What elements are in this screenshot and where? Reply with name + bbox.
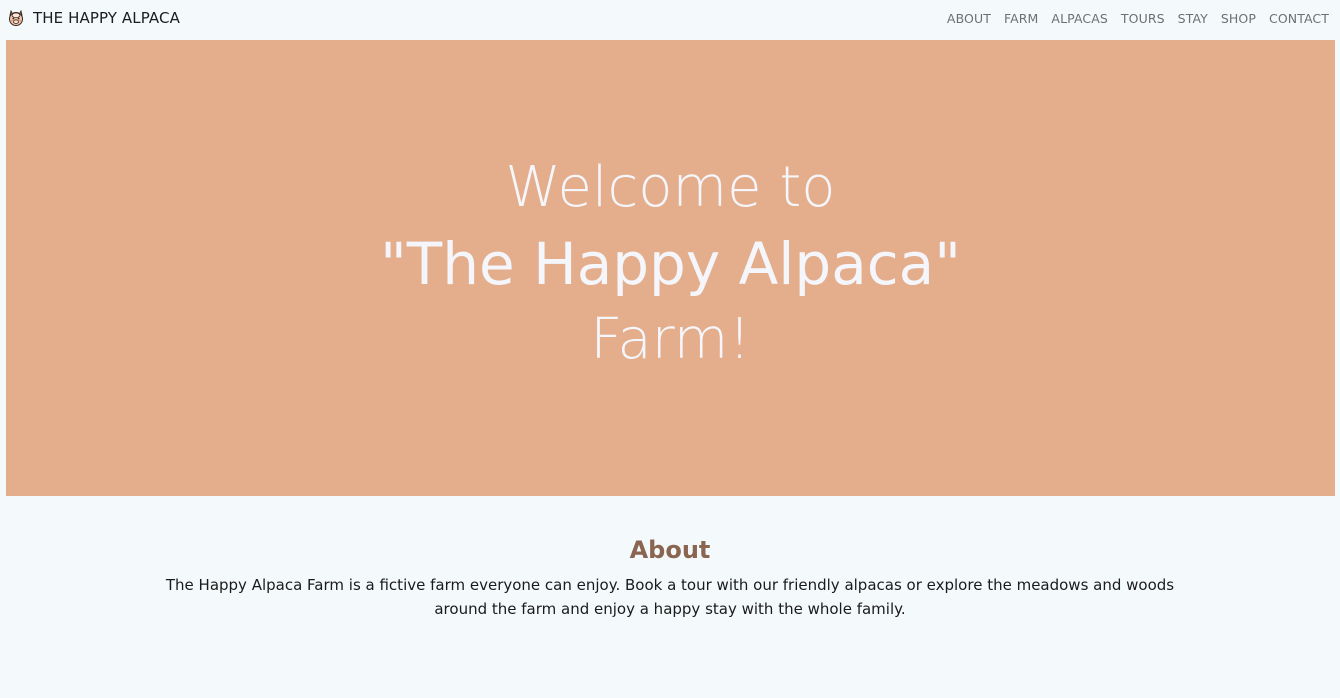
nav-link-about[interactable]: ABOUT bbox=[947, 11, 991, 26]
brand-link[interactable]: THE HAPPY ALPACA bbox=[7, 9, 180, 27]
nav-link-alpacas[interactable]: ALPACAS bbox=[1051, 11, 1108, 26]
nav-link-shop[interactable]: SHOP bbox=[1221, 11, 1256, 26]
nav-link-farm[interactable]: FARM bbox=[1004, 11, 1038, 26]
hero-line-farm-name: "The Happy Alpaca" bbox=[380, 230, 961, 298]
about-section: About The Happy Alpaca Farm is a fictive… bbox=[0, 533, 1340, 621]
hero-line-farm: Farm! bbox=[590, 307, 751, 372]
about-title: About bbox=[629, 536, 711, 564]
hero-banner: Welcome to "The Happy Alpaca" Farm! bbox=[6, 40, 1335, 496]
alpaca-face-icon bbox=[7, 9, 25, 27]
nav-link-stay[interactable]: STAY bbox=[1178, 11, 1208, 26]
brand-name: THE HAPPY ALPACA bbox=[33, 9, 180, 27]
about-text: The Happy Alpaca Farm is a fictive farm … bbox=[165, 576, 1175, 618]
navbar: THE HAPPY ALPACA ABOUT FARM ALPACAS TOUR… bbox=[0, 0, 1340, 36]
nav-links: ABOUT FARM ALPACAS TOURS STAY SHOP CONTA… bbox=[934, 11, 1329, 26]
hero-heading: Welcome to "The Happy Alpaca" Farm! bbox=[380, 150, 961, 378]
nav-link-contact[interactable]: CONTACT bbox=[1269, 11, 1329, 26]
nav-link-tours[interactable]: TOURS bbox=[1121, 11, 1165, 26]
hero-line-welcome: Welcome to bbox=[505, 155, 836, 220]
